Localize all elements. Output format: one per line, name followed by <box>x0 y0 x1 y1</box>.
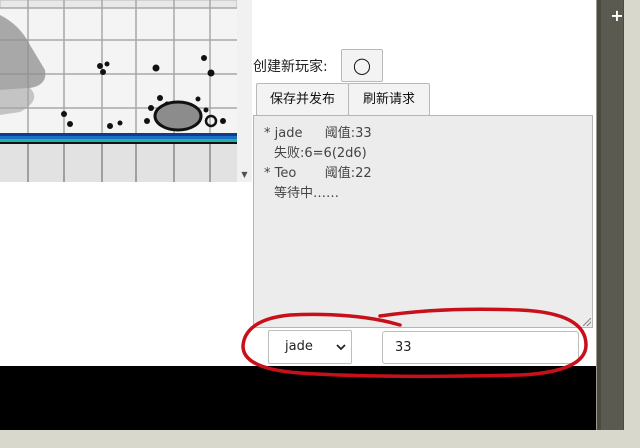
map-horizontal-scrollbar[interactable] <box>0 182 237 195</box>
game-map-panel[interactable]: ▼ <box>0 0 252 195</box>
log-entry: * jade 阈值:33 <box>264 126 372 141</box>
save-publish-button[interactable]: 保存并发布 <box>256 83 349 116</box>
map-canvas <box>0 0 237 182</box>
map-scrollbar[interactable]: ▼ <box>237 0 252 182</box>
threshold-input-value: 33 <box>395 340 412 355</box>
side-panel-edge <box>624 0 640 430</box>
create-player-label: 创建新玩家: <box>253 59 328 75</box>
refresh-request-button[interactable]: 刷新请求 <box>348 83 430 116</box>
player-select-value: jade <box>285 339 313 354</box>
black-footer-band <box>0 366 596 430</box>
bottom-strip <box>0 430 640 448</box>
side-panel-column <box>601 0 623 430</box>
player-select[interactable]: jade <box>268 330 352 364</box>
log-textarea[interactable]: * jade 阈值:33 失败:6=6(2d6) * Teo 阈值:22 等待中… <box>253 115 593 328</box>
triangle-down-icon[interactable]: ▼ <box>237 170 252 180</box>
resize-grip-icon[interactable] <box>583 318 591 326</box>
threshold-input[interactable]: 33 <box>382 331 579 364</box>
game-map[interactable] <box>0 0 237 182</box>
chevron-down-icon <box>336 344 346 351</box>
circle-icon: ◯ <box>353 56 371 75</box>
log-entry: 等待中…… <box>274 186 340 201</box>
log-entry: * Teo 阈值:22 <box>264 166 372 181</box>
create-player-button[interactable]: ◯ <box>341 49 383 82</box>
log-entry: 失败:6=6(2d6) <box>274 146 367 161</box>
